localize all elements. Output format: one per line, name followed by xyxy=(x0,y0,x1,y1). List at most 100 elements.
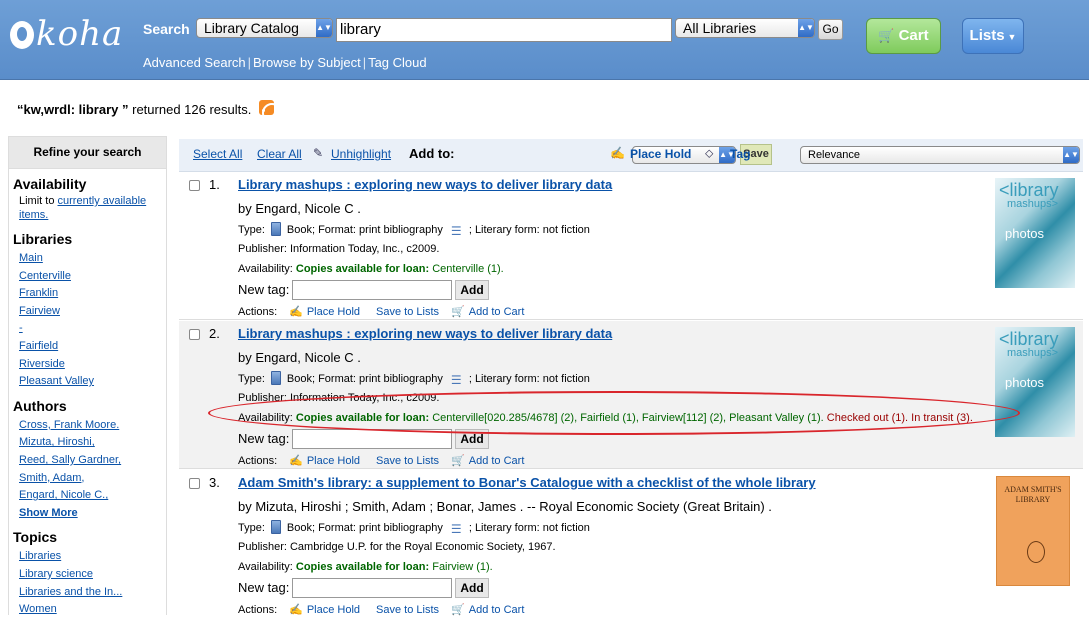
authors-heading: Authors xyxy=(13,397,67,414)
chevron-down-icon: ▲▼ xyxy=(316,19,332,37)
facet-item-topic: Women xyxy=(9,601,166,619)
search-input[interactable]: library xyxy=(336,18,672,42)
facet-item-author: Cross, Frank Moore. xyxy=(9,417,166,435)
book-cover-image[interactable]: <library mashups> photos xyxy=(995,327,1075,437)
library-link[interactable]: Centerville xyxy=(19,270,71,282)
book-cover-image[interactable]: <library mashups> photos xyxy=(995,178,1075,288)
topic-link[interactable]: Library science xyxy=(19,568,93,580)
result-number: 3. xyxy=(209,475,220,490)
place-hold-link[interactable]: Place Hold xyxy=(630,147,691,161)
author-link[interactable]: Cross, Frank Moore. xyxy=(19,419,119,431)
authors-facet-list: Cross, Frank Moore. Mizuta, Hiroshi, Ree… xyxy=(9,417,166,523)
topic-link[interactable]: Libraries and the In... xyxy=(19,586,122,598)
type-label: Type: xyxy=(238,224,265,236)
show-more-link[interactable]: Show More xyxy=(19,507,78,519)
book-icon xyxy=(270,520,281,534)
seal-icon xyxy=(1027,541,1045,563)
book-cover-image[interactable]: ADAM SMITH'S LIBRARY xyxy=(996,476,1070,586)
place-hold-link[interactable]: Place Hold xyxy=(307,604,360,616)
add-to-cart-link[interactable]: Add to Cart xyxy=(469,306,525,318)
availability-locations: Fairview (1). xyxy=(432,561,493,573)
library-link[interactable]: Franklin xyxy=(19,287,58,299)
result-availability: Availability: Copies available for loan:… xyxy=(238,412,973,424)
result-count-text: returned 126 results. xyxy=(132,102,252,117)
facet-item-library: Franklin xyxy=(9,285,166,303)
place-hold-link[interactable]: Place Hold xyxy=(307,455,360,467)
new-tag-label: New tag: xyxy=(238,282,290,297)
author-link[interactable]: Mizuta, Hiroshi, xyxy=(19,436,95,448)
clear-all-link[interactable]: Clear All xyxy=(257,147,302,161)
result-title-link[interactable]: Library mashups : exploring new ways to … xyxy=(238,177,612,192)
library-link[interactable]: - xyxy=(19,322,23,334)
cart-icon: 🛒 xyxy=(451,306,465,318)
author-link[interactable]: Engard, Nicole C., xyxy=(19,489,108,501)
add-to-cart-link[interactable]: Add to Cart xyxy=(469,455,525,467)
library-link[interactable]: Fairfield xyxy=(19,340,58,352)
lists-button[interactable]: Lists ▼ xyxy=(962,18,1024,54)
type-value: Book; Format: print bibliography xyxy=(286,373,443,385)
result-title-link[interactable]: Adam Smith's library: a supplement to Bo… xyxy=(238,475,816,490)
new-tag-input[interactable] xyxy=(292,429,452,449)
result-actions: Actions: ✍ Place Hold Save to Lists 🛒 Add to … xyxy=(238,603,524,616)
koha-logo[interactable]: koha xyxy=(10,14,123,54)
catalog-select-value: Library Catalog xyxy=(204,20,299,36)
sort-select[interactable]: Relevance ▲▼ xyxy=(800,146,1080,164)
save-to-lists-link[interactable]: Save to Lists xyxy=(376,306,439,318)
cart-icon: 🛒 xyxy=(451,604,465,616)
book-icon xyxy=(270,371,281,385)
facet-item-topic: Libraries and the In... xyxy=(9,584,166,602)
library-link[interactable]: Riverside xyxy=(19,358,65,370)
author-link[interactable]: Reed, Sally Gardner, xyxy=(19,454,121,466)
add-to-cart-link[interactable]: Add to Cart xyxy=(469,604,525,616)
add-tag-button[interactable]: Add xyxy=(455,429,489,449)
add-to-label: Add to: xyxy=(409,146,455,161)
unhighlight-link[interactable]: Unhighlight xyxy=(331,147,391,161)
result-actions: Actions: ✍ Place Hold Save to Lists 🛒 Add to … xyxy=(238,454,524,467)
tag-link[interactable]: Tag xyxy=(730,147,750,161)
select-all-link[interactable]: Select All xyxy=(193,147,242,161)
place-hold-link[interactable]: Place Hold xyxy=(307,306,360,318)
add-tag-button[interactable]: Add xyxy=(455,280,489,300)
place-hold-icon: ✍ xyxy=(289,604,303,616)
topic-link[interactable]: Libraries xyxy=(19,550,61,562)
availability-heading: Availability xyxy=(13,176,87,192)
tag-cloud-link[interactable]: Tag Cloud xyxy=(368,55,427,70)
new-tag-input[interactable] xyxy=(292,578,452,598)
advanced-search-link[interactable]: Advanced Search xyxy=(143,55,246,70)
cover-word: photos xyxy=(1005,375,1045,390)
chevron-down-icon: ▲▼ xyxy=(798,19,814,37)
header-links: Advanced Search | Browse by Subject | Tag Cl… xyxy=(143,55,427,70)
library-link[interactable]: Main xyxy=(19,252,43,264)
save-to-lists-link[interactable]: Save to Lists xyxy=(376,455,439,467)
result-checkbox[interactable] xyxy=(189,478,200,489)
save-to-lists-link[interactable]: Save to Lists xyxy=(376,604,439,616)
new-tag-input[interactable] xyxy=(292,280,452,300)
tag-icon: ⬦ xyxy=(705,146,714,160)
result-checkbox[interactable] xyxy=(189,180,200,191)
author-link[interactable]: Smith, Adam, xyxy=(19,472,84,484)
rss-icon[interactable] xyxy=(258,100,274,115)
facet-item-library: Main xyxy=(9,250,166,268)
highlighter-icon: ✎ xyxy=(313,146,324,160)
literary-form: ; Literary form: not fiction xyxy=(468,522,590,534)
availability-locations: Centerville[020.285/4678] (2), Fairfield… xyxy=(432,412,824,424)
add-tag-button[interactable]: Add xyxy=(455,578,489,598)
library-link[interactable]: Fairview xyxy=(19,305,60,317)
library-link[interactable]: Pleasant Valley xyxy=(19,375,94,387)
result-type: Type: Book; Format: print bibliography ☰ ; … xyxy=(238,520,590,536)
topics-facet-list: Libraries Library science Libraries and … xyxy=(9,548,166,618)
go-button[interactable]: Go xyxy=(818,19,843,40)
libraries-select[interactable]: All Libraries ▲▼ xyxy=(675,18,815,38)
new-tag-label: New tag: xyxy=(238,431,290,446)
browse-by-subject-link[interactable]: Browse by Subject xyxy=(253,55,361,70)
book-icon xyxy=(270,222,281,236)
topic-link[interactable]: Women xyxy=(19,603,57,615)
place-hold-icon: ✍ xyxy=(289,306,303,318)
result-checkbox[interactable] xyxy=(189,329,200,340)
type-label: Type: xyxy=(238,373,265,385)
bibliography-icon: ☰ xyxy=(450,224,462,238)
limit-prefix: Limit to xyxy=(19,195,58,207)
cart-button[interactable]: 🛒 Cart xyxy=(866,18,941,54)
catalog-select[interactable]: Library Catalog ▲▼ xyxy=(196,18,333,38)
result-title-link[interactable]: Library mashups : exploring new ways to … xyxy=(238,326,612,341)
